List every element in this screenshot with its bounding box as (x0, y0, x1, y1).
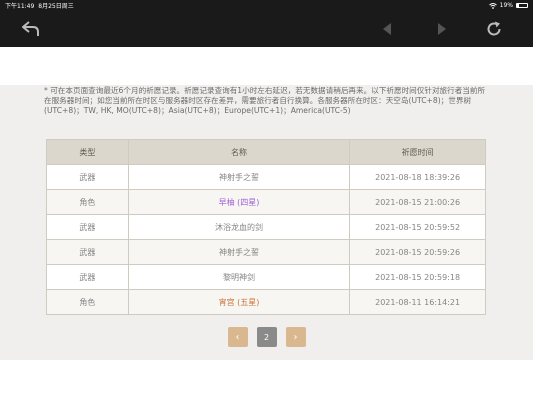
cell-name: 黎明神剑 (127, 264, 351, 290)
wish-history-table: 类型 名称 祈愿时间 武器 神射手之誓 2021-08-18 18:39:26 角色早… (46, 139, 486, 315)
cell-time: 2021-08-15 20:59:18 (349, 264, 486, 290)
browser-toolbar (0, 11, 533, 47)
pagination: ‹ 2 › (0, 327, 533, 347)
table-header-row: 类型 名称 祈愿时间 (46, 139, 486, 165)
cell-name: 神射手之誓 (127, 164, 351, 190)
prev-page-button[interactable] (375, 16, 401, 42)
back-button[interactable] (18, 16, 44, 42)
table-row: 武器 黎明神剑 2021-08-15 20:59:18 (46, 264, 486, 290)
pagination-current-page[interactable]: 2 (256, 327, 277, 347)
notice-text: * 可在本页面查询最近6个月的祈愿记录。祈愿记录查询有1小时左右延迟，若无数据请… (44, 86, 486, 115)
table-row: 角色 宵宫 (五星) 2021-08-11 16:14:21 (46, 289, 486, 315)
cell-name: 沐浴龙血的剑 (127, 214, 351, 240)
cell-time: 2021-08-11 16:14:21 (349, 289, 486, 315)
back-icon (22, 21, 39, 36)
cell-name: 宵宫 (五星) (127, 289, 351, 315)
battery-percent: 19% (499, 2, 513, 9)
header-type: 类型 (46, 139, 129, 165)
table-row: 武器 神射手之誓 2021-08-15 20:59:26 (46, 239, 486, 265)
status-bar: 下午11:49 8月25日周三 19% (0, 0, 533, 11)
next-page-button[interactable] (428, 16, 454, 42)
cell-time: 2021-08-15 20:59:26 (349, 239, 486, 265)
table-row: 角色 早柚 (四星) 2021-08-15 21:00:26 (46, 189, 486, 215)
header-name: 名称 (127, 139, 351, 165)
battery-icon (516, 3, 528, 8)
bottom-blank-area (0, 360, 533, 400)
wifi-icon (488, 2, 497, 9)
cell-name: 早柚 (四星) (127, 189, 351, 215)
header-time: 祈愿时间 (349, 139, 486, 165)
status-time: 下午11:49 (5, 3, 35, 10)
cell-time: 2021-08-18 18:39:26 (349, 164, 486, 190)
cell-type: 角色 (46, 189, 129, 215)
reload-button[interactable] (481, 16, 507, 42)
pagination-prev-button[interactable]: ‹ (227, 327, 248, 347)
cell-type: 武器 (46, 239, 129, 265)
cell-type: 武器 (46, 264, 129, 290)
prev-arrow-icon (383, 23, 391, 35)
cell-name: 神射手之誓 (127, 239, 351, 265)
cell-type: 武器 (46, 164, 129, 190)
wish-history-panel: * 可在本页面查询最近6个月的祈愿记录。祈愿记录查询有1小时左右延迟，若无数据请… (0, 85, 533, 360)
cell-time: 2021-08-15 21:00:26 (349, 189, 486, 215)
reload-icon (487, 21, 501, 36)
status-date: 8月25日周三 (38, 3, 74, 10)
next-arrow-icon (438, 23, 446, 35)
table-row: 武器 沐浴龙血的剑 2021-08-15 20:59:52 (46, 214, 486, 240)
cell-type: 武器 (46, 214, 129, 240)
cell-time: 2021-08-15 20:59:52 (349, 214, 486, 240)
pagination-next-button[interactable]: › (285, 327, 306, 347)
table-row: 武器 神射手之誓 2021-08-18 18:39:26 (46, 164, 486, 190)
top-blank-area (0, 47, 533, 85)
cell-type: 角色 (46, 289, 129, 315)
